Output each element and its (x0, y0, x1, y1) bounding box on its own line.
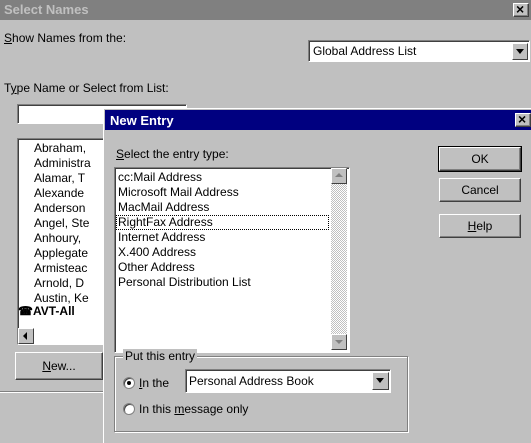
address-book-value: Personal Address Book (189, 374, 314, 388)
entry-type-item[interactable]: RightFax Address (116, 215, 329, 230)
chevron-down-icon (335, 340, 343, 344)
close-icon: × (516, 1, 525, 17)
address-book-dropdown[interactable]: Personal Address Book (185, 369, 391, 393)
new-entry-close-button[interactable]: × (515, 111, 531, 127)
scroll-left-button[interactable] (18, 328, 34, 344)
in-the-radio[interactable]: In the (123, 375, 183, 391)
scroll-up-button[interactable] (331, 168, 347, 184)
bottom-divider (0, 391, 110, 393)
in-message-radio[interactable]: In this message only (123, 401, 303, 417)
list-item[interactable]: Anhoury, (34, 231, 112, 246)
list-item[interactable]: Angel, Ste (34, 216, 112, 231)
address-list-value: Global Address List (313, 44, 417, 58)
group-icon: ☎ (18, 304, 33, 318)
select-names-title: Select Names (4, 2, 89, 17)
show-names-label: Show Names from the: (4, 31, 127, 45)
select-names-close-button[interactable]: × (513, 1, 529, 17)
entry-type-item[interactable]: Other Address (116, 260, 329, 275)
new-entry-dialog: New Entry × Select the entry type: cc:Ma… (103, 108, 531, 443)
chevron-left-icon (23, 332, 27, 340)
address-list-dropdown[interactable]: Global Address List (308, 40, 530, 62)
in-the-radio-button[interactable] (123, 377, 135, 389)
list-item[interactable]: Applegate (34, 246, 112, 261)
put-entry-group: Put this entry In the Personal Address B… (114, 349, 408, 432)
list-item[interactable]: Arnold, D (34, 276, 112, 291)
cancel-button[interactable]: Cancel (439, 178, 521, 202)
list-item[interactable]: Anderson (34, 201, 112, 216)
chevron-down-icon (516, 49, 524, 54)
scroll-down-button[interactable] (331, 334, 347, 350)
entry-type-item[interactable]: MacMail Address (116, 200, 329, 215)
entry-type-items: cc:Mail Address Microsoft Mail Address Mac… (116, 170, 329, 290)
list-item[interactable]: Alamar, T (34, 171, 112, 186)
ok-button[interactable]: OK (438, 146, 522, 172)
list-item[interactable]: Alexande (34, 186, 112, 201)
chevron-down-icon (376, 378, 384, 383)
entry-type-vertical-scrollbar[interactable] (331, 168, 347, 350)
type-name-label: Type Name or Select from List: (4, 81, 169, 95)
in-message-radio-button[interactable] (123, 403, 135, 415)
select-entry-type-label: Select the entry type: (116, 147, 229, 161)
list-item[interactable]: Administra (34, 156, 112, 171)
in-the-label: In the (139, 376, 170, 390)
help-button[interactable]: Help (439, 214, 521, 238)
new-button[interactable]: New... (15, 352, 103, 380)
chevron-up-icon (335, 173, 343, 177)
new-entry-titlebar[interactable]: New Entry × (105, 110, 531, 130)
entry-type-list[interactable]: cc:Mail Address Microsoft Mail Address Mac… (114, 167, 350, 353)
entry-type-item[interactable]: cc:Mail Address (116, 170, 329, 185)
names-list[interactable]: Abraham, Administra Alamar, T Alexande Ander… (17, 138, 113, 345)
address-list-dropdown-arrow[interactable] (512, 43, 528, 60)
entry-type-item[interactable]: X.400 Address (116, 245, 329, 260)
names-horizontal-scrollbar[interactable] (18, 328, 112, 344)
put-entry-label: Put this entry (123, 349, 198, 363)
new-entry-title: New Entry (110, 113, 174, 128)
entry-type-item[interactable]: Internet Address (116, 230, 329, 245)
address-book-dropdown-arrow[interactable] (372, 372, 389, 390)
list-item[interactable]: Abraham, (34, 141, 112, 156)
entry-type-item[interactable]: Microsoft Mail Address (116, 185, 329, 200)
group-entry[interactable]: ☎AVT-All (18, 304, 75, 318)
in-message-label: In this message only (139, 402, 249, 416)
radio-dot-icon (127, 381, 131, 385)
names-list-items: Abraham, Administra Alamar, T Alexande Ander… (34, 141, 112, 306)
select-names-titlebar[interactable]: Select Names × (0, 0, 531, 20)
close-icon: × (518, 111, 527, 127)
list-item[interactable]: Armisteac (34, 261, 112, 276)
entry-type-item[interactable]: Personal Distribution List (116, 275, 329, 290)
